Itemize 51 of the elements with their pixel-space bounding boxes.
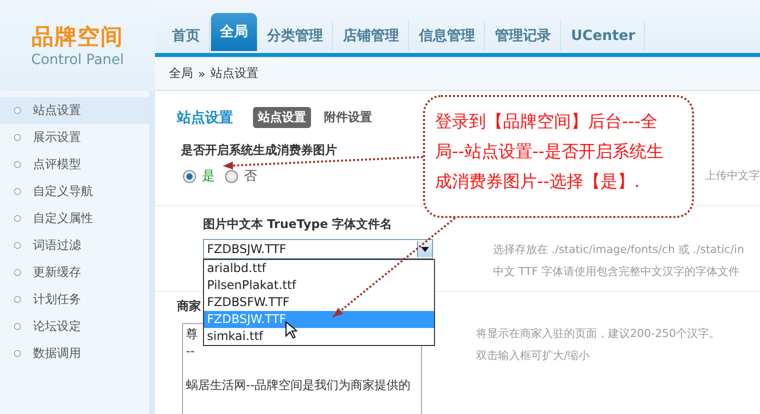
radio-button[interactable] xyxy=(225,170,238,182)
radio-label: 否 xyxy=(244,168,257,185)
annotation-callout: 登录到【品牌空间】后台---全局--站点设置--是否开启系统生成消费券图片--选择【是】. xyxy=(423,95,694,218)
setting-hint: 中文 TTF 字体请使用包含完整中文汉字的字体文件 xyxy=(493,264,741,280)
setting-hint: 上传中文字 xyxy=(705,168,760,184)
sidebar-item[interactable]: 计划任务 xyxy=(0,286,149,313)
breadcrumb-link[interactable]: 全局 xyxy=(169,65,193,82)
font-select[interactable]: FZDBSJW.TTF xyxy=(203,239,433,259)
settings-tab[interactable]: 站点设置 xyxy=(253,107,311,128)
nav-tab[interactable]: 分类管理 xyxy=(258,21,333,51)
nav-tab[interactable]: 店铺管理 xyxy=(334,21,409,51)
sidebar-item[interactable]: 词语过滤 xyxy=(0,232,149,259)
sidebar-item[interactable]: 点评模型 xyxy=(0,151,149,178)
bullet-icon xyxy=(14,188,21,195)
radio-label: 是 xyxy=(202,168,215,185)
bullet-icon xyxy=(14,296,21,303)
settings-tab[interactable]: 附件设置 xyxy=(319,107,377,128)
sidebar-item[interactable]: 更新缓存 xyxy=(0,259,149,286)
sidebar-item[interactable]: 自定义属性 xyxy=(0,205,149,232)
logo-subtitle: Control Panel xyxy=(31,51,124,69)
breadcrumb-separator: » xyxy=(198,66,206,80)
caret-icon xyxy=(417,241,432,257)
nav-tab[interactable]: 管理记录 xyxy=(486,21,561,51)
sidebar-item[interactable]: 数据调用 xyxy=(0,340,149,367)
setting-label: 商家 xyxy=(177,298,201,315)
bullet-icon xyxy=(14,350,21,357)
nav-tab[interactable]: 首页 xyxy=(163,21,210,51)
setting-label: 是否开启系统生成消费券图片 xyxy=(181,142,337,159)
setting-hint: 双击输入框可扩大/缩小 xyxy=(476,348,591,364)
setting-label: 图片中文本 TrueType 字体文件名 xyxy=(203,216,392,233)
sidebar-item[interactable]: 论坛设定 xyxy=(0,313,149,340)
cursor-icon xyxy=(285,321,297,339)
bullet-icon xyxy=(14,107,21,114)
nav-tab[interactable]: 全局 xyxy=(211,13,257,51)
bullet-icon xyxy=(14,134,21,141)
sidebar-item[interactable]: 站点设置 xyxy=(0,97,149,124)
setting-hint: 选择存放在 ./static/image/fonts/ch 或 ./static/in xyxy=(493,242,744,258)
nav-tab[interactable]: UCenter xyxy=(562,21,646,51)
bullet-icon xyxy=(14,242,21,249)
logo-title: 品牌空间 xyxy=(32,25,124,51)
bullet-icon xyxy=(14,161,21,168)
bullet-icon xyxy=(14,269,21,276)
sidebar-item[interactable]: 自定义导航 xyxy=(0,178,149,205)
radio-button[interactable] xyxy=(183,170,196,182)
sidebar-item[interactable]: 展示设置 xyxy=(0,124,149,151)
bullet-icon xyxy=(14,215,21,222)
bullet-icon xyxy=(14,323,21,330)
page-title: 站点设置 xyxy=(177,108,233,126)
breadcrumb-current: 站点设置 xyxy=(210,65,258,82)
setting-hint: 将显示在商家入驻的页面，建议200-250个汉字。 xyxy=(476,326,720,342)
nav-tab[interactable]: 信息管理 xyxy=(410,21,485,51)
